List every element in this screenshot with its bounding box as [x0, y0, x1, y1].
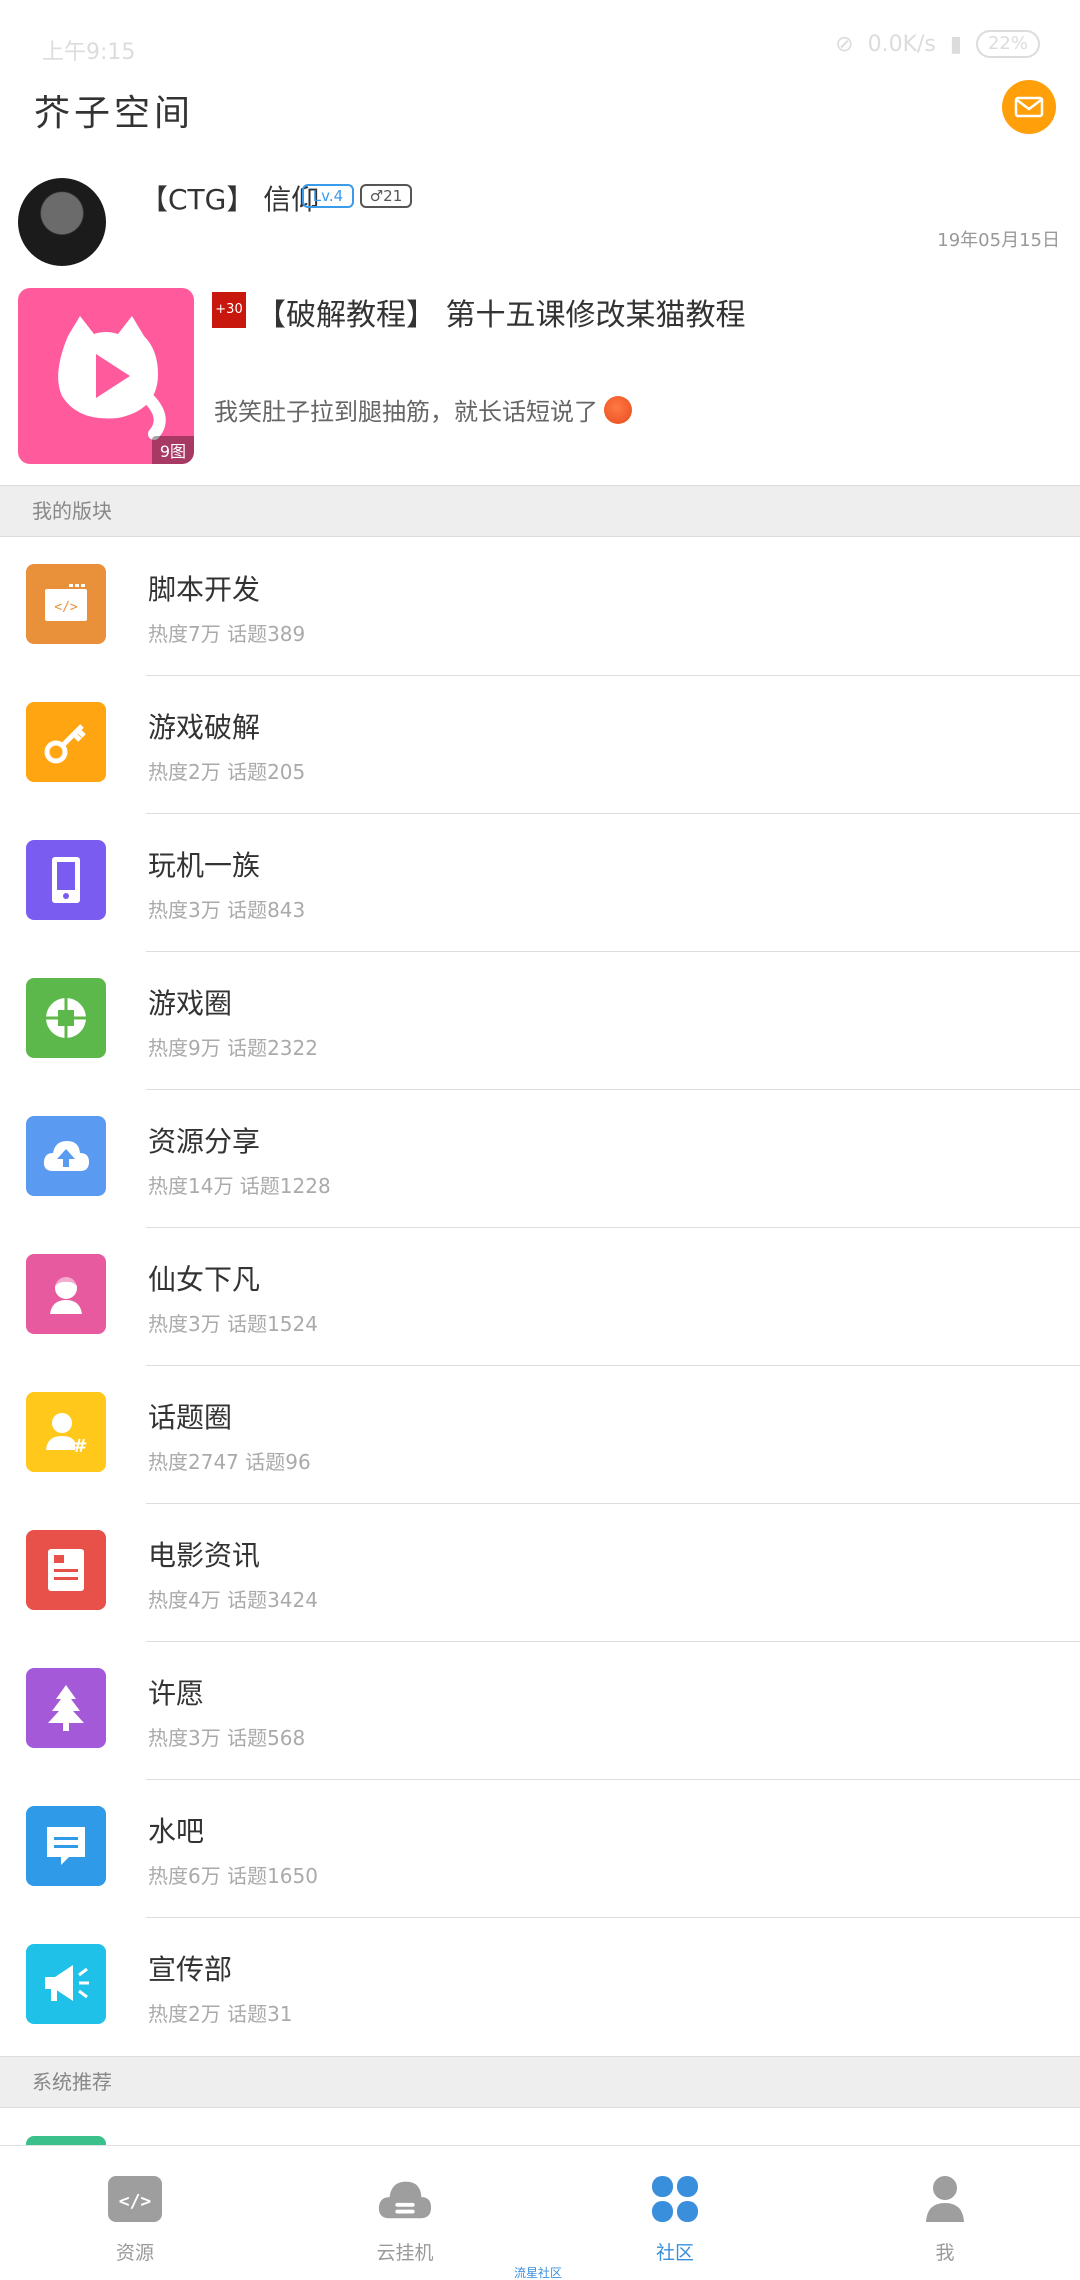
mail-button[interactable] — [1002, 80, 1056, 134]
gender-age-badge: ♂21 — [360, 184, 412, 208]
tab-label: 我 — [935, 2242, 955, 2264]
forum-item-movie-news[interactable]: 电影资讯 热度4万 话题3424 — [0, 1504, 1080, 1642]
home-hint-label: 流星社区 — [514, 2266, 563, 2280]
battery-indicator: 22% — [975, 30, 1040, 58]
tab-resources[interactable]: </> 资源 — [0, 2146, 270, 2280]
avatar[interactable] — [18, 178, 106, 266]
aperture-icon — [26, 978, 106, 1058]
mail-icon — [1014, 96, 1044, 118]
featured-post[interactable]: 【CTG】 信仰 Lv.4 ♂21 19年05月15日 9图 +30 【破解教程… — [0, 170, 1080, 485]
forum-name: 资源分享 — [148, 1125, 261, 1158]
forum-name: 电影资讯 — [148, 1539, 261, 1572]
tab-cloud-hosting[interactable]: 云挂机 — [270, 2146, 540, 2280]
film-document-icon — [26, 1530, 106, 1610]
svg-text:</>: </> — [119, 2191, 152, 2212]
tab-label: 云挂机 — [376, 2242, 434, 2264]
tab-label: 资源 — [115, 2242, 154, 2264]
megaphone-icon — [26, 1944, 106, 2024]
forum-list: </> 脚本开发 热度7万 话题389 游戏破解 热度2万 话题205 玩机一族… — [0, 538, 1080, 2056]
cloud-upload-icon — [26, 1116, 106, 1196]
post-title[interactable]: 【破解教程】 第十五课修改某猫教程 — [256, 290, 746, 334]
signal-icon: ▮ — [949, 31, 962, 57]
forum-name: 水吧 — [148, 1815, 205, 1848]
forum-stats: 热度2万 话题205 — [148, 760, 306, 784]
post-author[interactable]: 【CTG】 信仰 — [140, 178, 319, 218]
forum-name: 话题圈 — [148, 1401, 233, 1434]
chat-bubble-icon — [26, 1806, 106, 1886]
forum-item-fairy[interactable]: 仙女下凡 热度3万 话题1524 — [0, 1228, 1080, 1366]
forum-name: 游戏圈 — [148, 987, 233, 1020]
forum-name: 宣传部 — [148, 1953, 233, 1986]
forum-stats: 热度6万 话题1650 — [148, 1864, 318, 1888]
user-hashtag-icon: # — [26, 1392, 106, 1472]
forum-stats: 热度4万 话题3424 — [148, 1588, 318, 1612]
forum-stats: 热度9万 话题2322 — [148, 1036, 318, 1060]
forum-stats: 热度14万 话题1228 — [148, 1174, 331, 1198]
forum-name: 脚本开发 — [148, 573, 261, 606]
forum-name: 玩机一族 — [148, 849, 261, 882]
code-window-icon: </> — [26, 564, 106, 644]
section-my-forums: 我的版块 — [0, 485, 1080, 537]
girl-icon — [26, 1254, 106, 1334]
app-header: 芥子空间 — [0, 78, 1080, 138]
cloud-icon — [378, 2172, 432, 2226]
alarm-icon: ⊘ — [835, 31, 854, 57]
tab-me[interactable]: 我 — [810, 2146, 1080, 2280]
forum-item-game-circle[interactable]: 游戏圈 热度9万 话题2322 — [0, 952, 1080, 1090]
post-date: 19年05月15日 — [937, 230, 1060, 251]
level-badge: Lv.4 — [302, 184, 354, 208]
forum-item-phone-tinkering[interactable]: 玩机一族 热度3万 话题843 — [0, 814, 1080, 952]
network-speed: 0.0K/s — [867, 31, 936, 57]
forum-stats: 热度7万 话题389 — [148, 622, 306, 646]
forum-item-game-crack[interactable]: 游戏破解 热度2万 话题205 — [0, 676, 1080, 814]
forum-stats: 热度3万 话题568 — [148, 1726, 306, 1750]
person-icon — [918, 2172, 972, 2226]
post-thumbnail[interactable]: 9图 — [18, 288, 194, 464]
forum-name: 仙女下凡 — [148, 1263, 261, 1296]
community-icon — [648, 2172, 702, 2226]
forum-item-wish[interactable]: 许愿 热度3万 话题568 — [0, 1642, 1080, 1780]
tree-icon — [26, 1668, 106, 1748]
tab-label: 社区 — [655, 2242, 694, 2264]
status-time: 上午9:15 — [42, 40, 136, 65]
forum-stats: 热度2747 话题96 — [148, 1450, 311, 1474]
angry-emoji-icon — [604, 395, 632, 424]
forum-stats: 热度3万 话题843 — [148, 898, 306, 922]
status-bar: 上午9:15 ⊘ 0.0K/s ▮ 22% — [0, 0, 1080, 90]
forum-item-publicity[interactable]: 宣传部 热度2万 话题31 — [0, 1918, 1080, 2056]
phone-icon — [26, 840, 106, 920]
page-title: 芥子空间 — [34, 93, 195, 134]
section-recommended: 系统推荐 — [0, 2056, 1080, 2108]
forum-name: 游戏破解 — [148, 711, 261, 744]
svg-text:#: # — [72, 1436, 87, 1456]
tab-community[interactable]: 社区 — [540, 2146, 810, 2280]
forum-item-water-bar[interactable]: 水吧 热度6万 话题1650 — [0, 1780, 1080, 1918]
key-icon — [26, 702, 106, 782]
forum-item-topic-circle[interactable]: # 话题圈 热度2747 话题96 — [0, 1366, 1080, 1504]
bottom-tab-bar: </> 资源 云挂机 社区 我 — [0, 2145, 1080, 2280]
svg-text:</>: </> — [54, 600, 78, 615]
forum-stats: 热度2万 话题31 — [148, 2002, 293, 2026]
reward-badge: +30 — [212, 292, 246, 328]
forum-name: 许愿 — [148, 1677, 205, 1710]
post-excerpt: 我笑肚子拉到腿抽筋，就长话短说了 — [214, 392, 632, 427]
forum-item-resource-share[interactable]: 资源分享 热度14万 话题1228 — [0, 1090, 1080, 1228]
forum-stats: 热度3万 话题1524 — [148, 1312, 318, 1336]
forum-item-script-dev[interactable]: </> 脚本开发 热度7万 话题389 — [0, 538, 1080, 676]
code-icon: </> — [108, 2172, 162, 2226]
image-count: 9图 — [151, 436, 194, 464]
